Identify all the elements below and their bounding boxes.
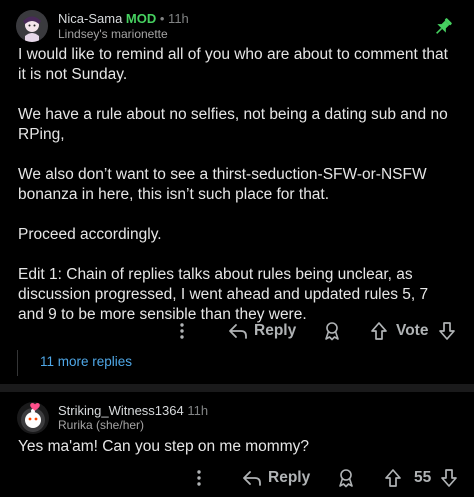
reply-button[interactable]: Reply <box>228 322 296 340</box>
upvote-button[interactable]: Vote <box>370 321 428 341</box>
thread-line[interactable] <box>17 350 18 376</box>
reply-label: Reply <box>268 469 311 486</box>
more-options-icon[interactable] <box>177 321 187 341</box>
user-flair: Rurika (she/her) <box>58 418 145 432</box>
comment-body: I would like to remind all of you who ar… <box>18 46 448 323</box>
comment-header: Nica-Sama MOD • 11h <box>58 11 189 26</box>
award-icon[interactable] <box>336 468 356 488</box>
comment-actions: Reply 55 <box>0 465 474 491</box>
pin-icon <box>432 16 454 38</box>
reply-arrow-icon <box>242 469 262 487</box>
user-avatar[interactable] <box>17 402 49 434</box>
comment-actions: Reply Vote <box>0 318 474 344</box>
upvote-button[interactable]: 55 <box>384 468 431 488</box>
mod-comment: Nica-Sama MOD • 11h Lindsey's marionette… <box>0 0 474 384</box>
comment-body: Yes ma'am! Can you step on me mommy? <box>18 438 309 455</box>
mod-badge: MOD <box>125 11 157 26</box>
upvote-icon <box>384 468 402 488</box>
reply-label: Reply <box>254 322 297 339</box>
comment-divider <box>0 384 474 392</box>
downvote-icon[interactable] <box>438 321 456 341</box>
vote-label: Vote <box>396 322 429 339</box>
username[interactable]: Nica-Sama <box>58 11 122 26</box>
username[interactable]: Striking_Witness1364 <box>58 403 184 418</box>
downvote-icon[interactable] <box>440 468 458 488</box>
award-icon[interactable] <box>322 321 342 341</box>
more-replies-link[interactable]: 11 more replies <box>40 354 132 369</box>
upvote-icon <box>370 321 388 341</box>
timestamp: 11h <box>187 403 209 418</box>
user-avatar[interactable] <box>16 10 48 42</box>
reply-arrow-icon <box>228 322 248 340</box>
reply-button[interactable]: Reply <box>242 469 310 487</box>
timestamp: • 11h <box>159 11 189 26</box>
comment-header: Striking_Witness1364 11h <box>58 403 208 418</box>
vote-score: 55 <box>414 469 432 486</box>
user-flair: Lindsey's marionette <box>58 27 168 41</box>
more-options-icon[interactable] <box>194 468 204 488</box>
